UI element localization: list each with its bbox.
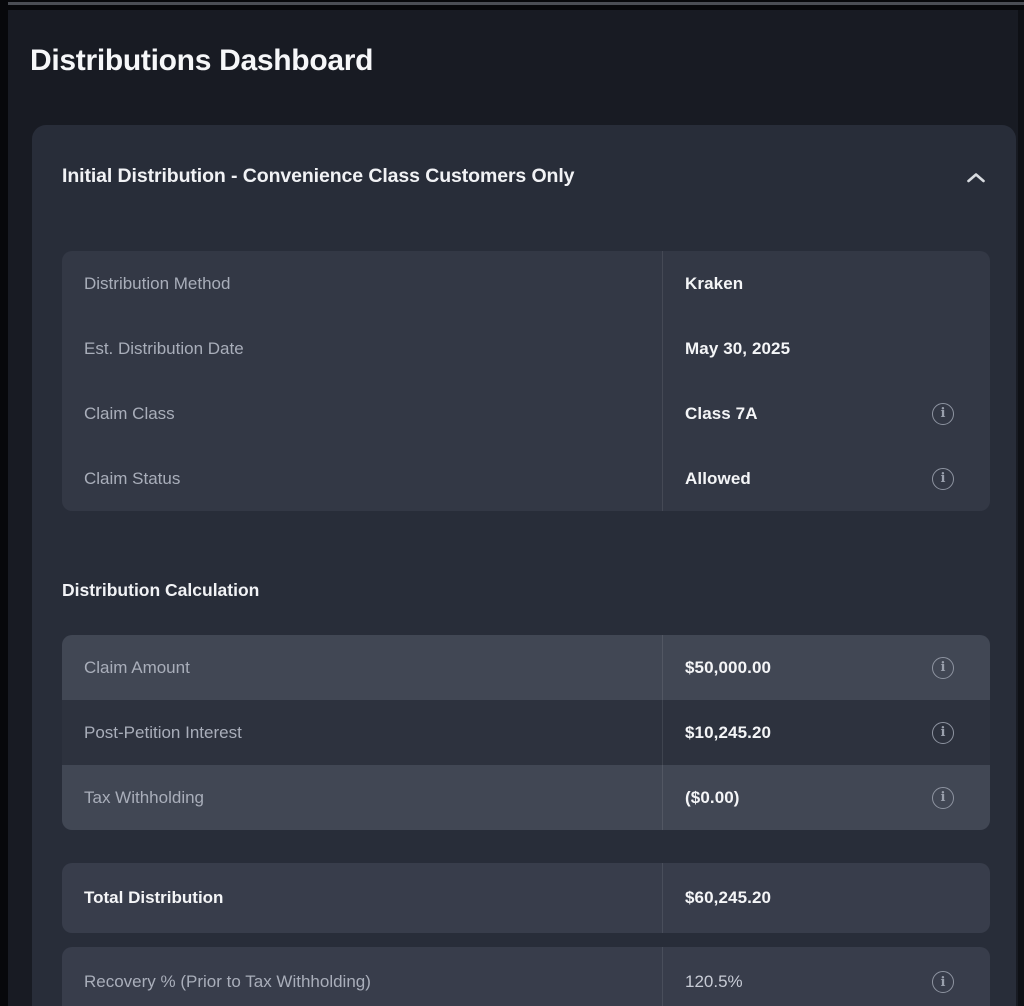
page-background: Distributions Dashboard Initial Distribu…: [8, 10, 1024, 1006]
calc-value: ($0.00): [685, 788, 740, 808]
table-row: Claim Amount $50,000.00 i: [62, 635, 990, 700]
detail-label: Est. Distribution Date: [84, 339, 244, 359]
table-row: Claim Class Class 7A i: [62, 381, 990, 446]
table-row: Tax Withholding ($0.00) i: [62, 765, 990, 830]
calc-value: $10,245.20: [685, 723, 771, 743]
calc-label: Tax Withholding: [84, 788, 204, 808]
detail-value: Allowed: [685, 469, 751, 489]
table-row: Distribution Method Kraken: [62, 251, 990, 316]
total-label: Total Distribution: [84, 888, 223, 908]
card-title: Initial Distribution - Convenience Class…: [62, 165, 574, 188]
info-icon[interactable]: i: [932, 722, 954, 744]
recovery-value: 120.5%: [685, 972, 743, 992]
table-row: Post-Petition Interest $10,245.20 i: [62, 700, 990, 765]
table-row: Claim Status Allowed i: [62, 446, 990, 511]
info-icon[interactable]: i: [932, 468, 954, 490]
recovery-label: Recovery % (Prior to Tax Withholding): [84, 972, 371, 992]
page-title: Distributions Dashboard: [30, 44, 373, 78]
detail-value: Class 7A: [685, 404, 758, 424]
info-icon[interactable]: i: [932, 971, 954, 993]
detail-label: Claim Class: [84, 404, 175, 424]
info-icon[interactable]: i: [932, 657, 954, 679]
info-icon[interactable]: i: [932, 787, 954, 809]
distribution-detail-table: Distribution Method Kraken Est. Distribu…: [62, 251, 990, 511]
total-value: $60,245.20: [685, 888, 771, 908]
detail-label: Distribution Method: [84, 274, 230, 294]
chevron-up-icon[interactable]: [964, 169, 988, 185]
window-right-edge: [1018, 10, 1024, 1006]
initial-distribution-card: Initial Distribution - Convenience Class…: [32, 125, 1016, 1006]
detail-value: May 30, 2025: [685, 339, 790, 359]
card-header-toggle[interactable]: Initial Distribution - Convenience Class…: [32, 125, 1016, 229]
calculation-section-heading: Distribution Calculation: [62, 580, 259, 601]
calc-label: Post-Petition Interest: [84, 723, 242, 743]
recovery-percent-row: Recovery % (Prior to Tax Withholding) 12…: [62, 947, 990, 1006]
calc-value: $50,000.00: [685, 658, 771, 678]
window-top-highlight: [8, 2, 1024, 5]
distribution-calculation-table: Claim Amount $50,000.00 i Post-Petition …: [62, 635, 990, 830]
detail-label: Claim Status: [84, 469, 180, 489]
table-row: Est. Distribution Date May 30, 2025: [62, 316, 990, 381]
detail-value: Kraken: [685, 274, 743, 294]
calc-label: Claim Amount: [84, 658, 190, 678]
info-icon[interactable]: i: [932, 403, 954, 425]
total-distribution-row: Total Distribution $60,245.20: [62, 863, 990, 933]
